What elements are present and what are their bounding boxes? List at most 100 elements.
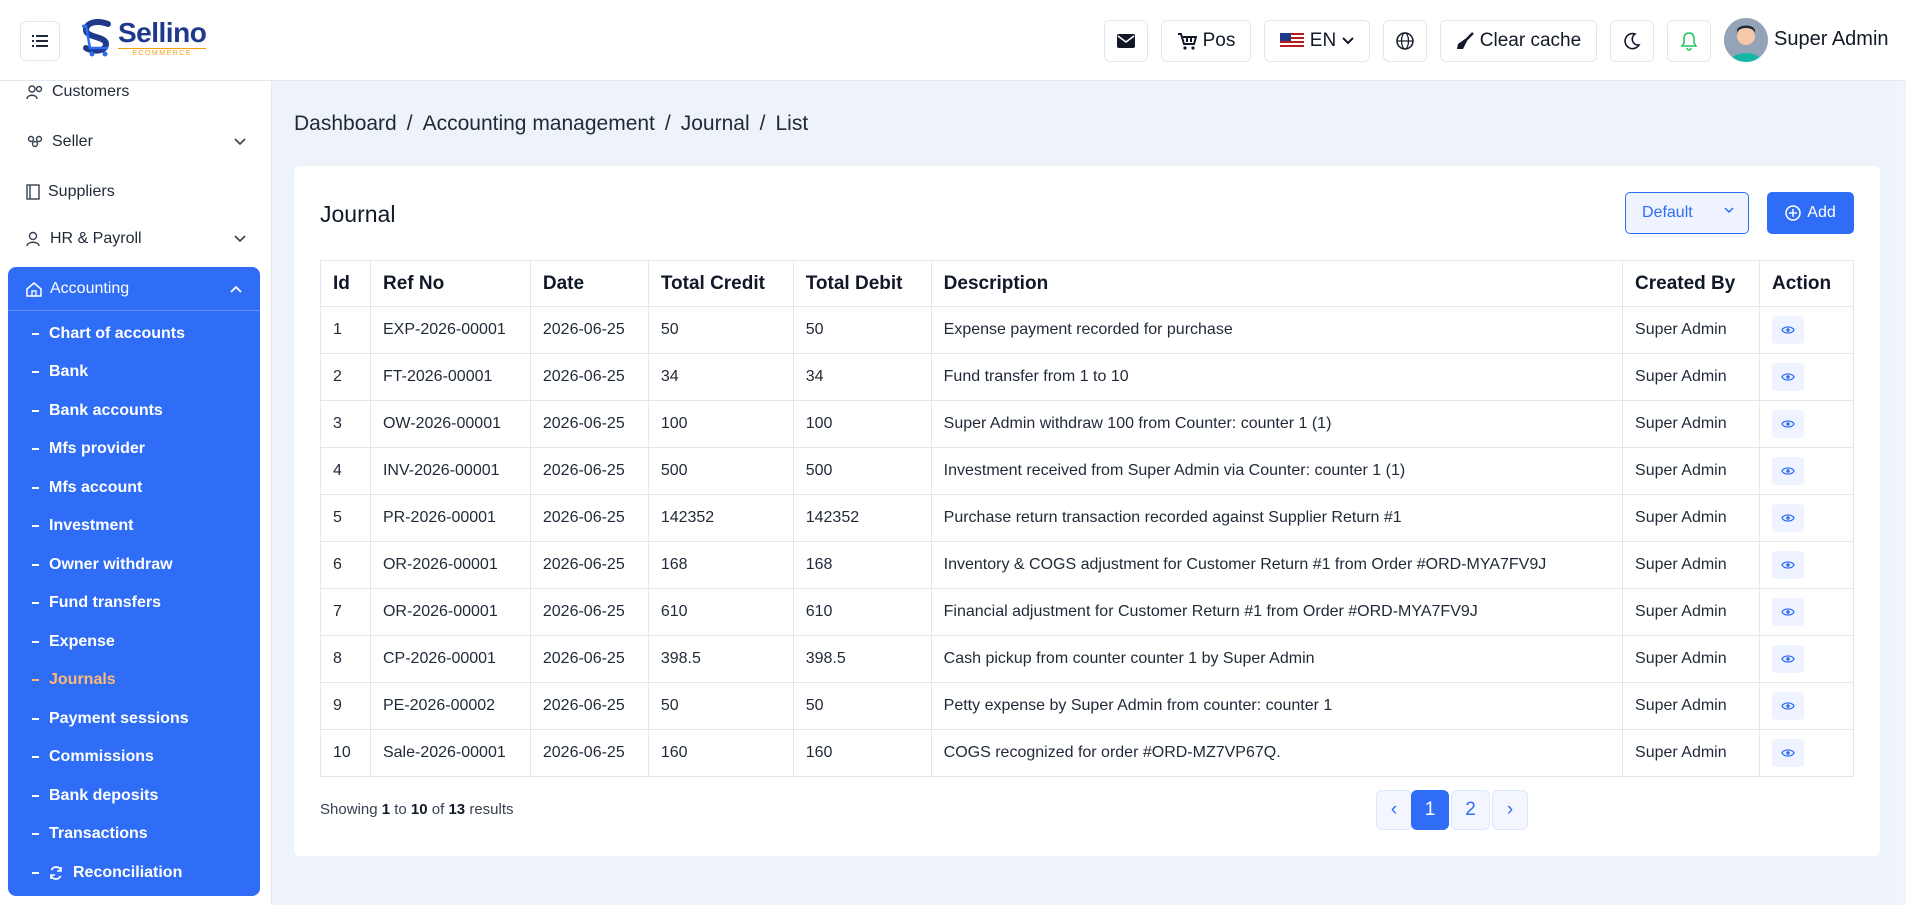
sidebar-subitem-commissions[interactable]: Commissions: [32, 748, 154, 766]
table-cell: CP-2026-00001: [369, 635, 531, 683]
table-cell: OR-2026-00001: [369, 541, 531, 589]
sidebar-item-customers[interactable]: Customers: [26, 83, 246, 101]
pagination-page-1[interactable]: 1: [1411, 790, 1449, 830]
table-cell: Fund transfer from 1 to 10: [930, 353, 1624, 401]
globe-button[interactable]: [1383, 20, 1427, 62]
sidebar-subitem-bank-deposits[interactable]: Bank deposits: [32, 787, 158, 805]
breadcrumb-journal[interactable]: Journal: [681, 112, 750, 136]
sidebar-subitem-journals[interactable]: Journals: [32, 671, 116, 689]
view-button[interactable]: [1771, 363, 1804, 391]
eye-icon: [1781, 655, 1795, 663]
column-header[interactable]: Description: [930, 260, 1624, 307]
mail-button[interactable]: [1104, 20, 1148, 62]
sidebar-subitem-fund-transfers[interactable]: Fund transfers: [32, 594, 161, 612]
table-cell: 8: [320, 635, 371, 683]
table-row: 6 OR-2026-00001 2026-06-25 168 168 Inventory …: [320, 541, 1855, 589]
clear-cache-label: Clear cache: [1479, 30, 1582, 51]
table-row: 9 PE-2026-00002 2026-06-25 50 50 Petty expens…: [320, 682, 1855, 730]
cart-logo-icon: [82, 19, 111, 57]
breadcrumb-dashboard[interactable]: Dashboard: [294, 112, 397, 136]
page-scrollbar[interactable]: [1896, 81, 1906, 905]
table-row: 8 CP-2026-00001 2026-06-25 398.5 398.5 Cash p…: [320, 635, 1855, 683]
action-cell: [1758, 494, 1855, 542]
page-title: Journal: [320, 201, 396, 227]
us-flag-icon: [1279, 33, 1304, 49]
sidebar-subitem-expense[interactable]: Expense: [32, 633, 115, 651]
clear-cache-button[interactable]: Clear cache: [1440, 20, 1597, 62]
view-button[interactable]: [1771, 598, 1804, 626]
sidebar-subitem-payment-sessions[interactable]: Payment sessions: [32, 710, 189, 728]
sidebar-subitem-reconciliation[interactable]: Reconciliation: [32, 864, 182, 882]
sidebar-subitem-owner-withdraw[interactable]: Owner withdraw: [32, 556, 173, 574]
column-header[interactable]: Date: [529, 260, 649, 307]
pos-button[interactable]: Pos: [1161, 20, 1251, 62]
column-header[interactable]: Created By: [1622, 260, 1760, 307]
pagination-page-2[interactable]: 2: [1451, 790, 1490, 830]
sidebar-subitem-bank-accounts[interactable]: Bank accounts: [32, 402, 163, 420]
view-button[interactable]: [1771, 551, 1804, 579]
pagination-next-button[interactable]: ›: [1492, 790, 1528, 830]
pos-label: Pos: [1202, 30, 1236, 51]
table-cell: EXP-2026-00001: [369, 306, 531, 354]
sidebar-item-hr-payroll[interactable]: HR & Payroll: [26, 230, 246, 248]
avatar[interactable]: [1724, 18, 1768, 62]
sidebar-item-accounting[interactable]: Accounting: [8, 267, 260, 311]
table-cell: Super Admin: [1622, 729, 1760, 777]
table-cell: Cash pickup from counter counter 1 by Su…: [930, 635, 1624, 683]
table-cell: 2: [320, 353, 371, 401]
table-cell: 168: [647, 541, 794, 589]
sidebar-subitem-mfs-account[interactable]: Mfs account: [32, 479, 142, 497]
pagination-prev-button[interactable]: ‹: [1376, 790, 1412, 830]
sidebar-item-suppliers[interactable]: Suppliers: [26, 183, 246, 201]
sidebar-item-seller[interactable]: Seller: [26, 133, 246, 151]
column-header[interactable]: Total Debit: [792, 260, 932, 307]
column-header[interactable]: Total Credit: [647, 260, 794, 307]
view-button[interactable]: [1771, 410, 1804, 438]
user-name[interactable]: Super Admin: [1774, 28, 1889, 51]
breadcrumb: Dashboard / Accounting management / Jour…: [294, 112, 808, 136]
view-button[interactable]: [1771, 692, 1804, 720]
table-cell: 2026-06-25: [529, 353, 649, 401]
menu-toggle-button[interactable]: [20, 21, 60, 61]
table-cell: Purchase return transaction recorded aga…: [930, 494, 1624, 542]
view-button[interactable]: [1771, 316, 1804, 344]
table-row: 5 PR-2026-00001 2026-06-25 142352 142352 Purc…: [320, 494, 1855, 542]
table-cell: 500: [647, 447, 794, 495]
table-cell: 2026-06-25: [529, 729, 649, 777]
action-cell: [1758, 400, 1855, 448]
pagination-summary: Showing 1 to 10 of 13 results: [320, 801, 514, 818]
user-badge-icon: [26, 231, 40, 247]
language-label: EN: [1309, 30, 1337, 51]
table-cell: 6: [320, 541, 371, 589]
sidebar-subitem-bank[interactable]: Bank: [32, 363, 88, 381]
sidebar-subitem-investment[interactable]: Investment: [32, 517, 133, 535]
book-icon: [26, 184, 40, 200]
table-cell: 7: [320, 588, 371, 636]
notifications-button[interactable]: [1667, 20, 1711, 62]
summary-from: 1: [381, 801, 391, 818]
chevron-down-icon: [234, 235, 246, 243]
column-header[interactable]: Ref No: [369, 260, 531, 307]
brand-logo[interactable]: Sellino ECOMMERCE: [80, 18, 207, 58]
language-select[interactable]: EN: [1264, 20, 1370, 62]
chevron-down-icon: [234, 138, 246, 146]
add-button[interactable]: Add: [1767, 192, 1854, 234]
view-button[interactable]: [1771, 504, 1804, 532]
sidebar-subitem-label: Bank deposits: [49, 787, 159, 804]
view-button[interactable]: [1771, 739, 1804, 767]
sidebar-subitem-mfs-provider[interactable]: Mfs provider: [32, 440, 145, 458]
view-button[interactable]: [1771, 645, 1804, 673]
breadcrumb-accounting-management[interactable]: Accounting management: [423, 112, 655, 136]
sidebar-subitem-chart-of-accounts[interactable]: Chart of accounts: [32, 325, 185, 343]
table-cell: Super Admin: [1622, 400, 1760, 448]
action-cell: [1758, 729, 1855, 777]
sidebar-subitem-label: Reconciliation: [73, 864, 183, 881]
table-cell: 500: [792, 447, 932, 495]
sidebar-subitem-transactions[interactable]: Transactions: [32, 825, 148, 843]
summary-text: of: [431, 801, 445, 818]
theme-toggle-button[interactable]: [1610, 20, 1654, 62]
column-header[interactable]: Id: [320, 260, 371, 307]
view-select[interactable]: Default: [1625, 192, 1749, 234]
view-button[interactable]: [1771, 457, 1804, 485]
table-cell: 2026-06-25: [529, 541, 649, 589]
